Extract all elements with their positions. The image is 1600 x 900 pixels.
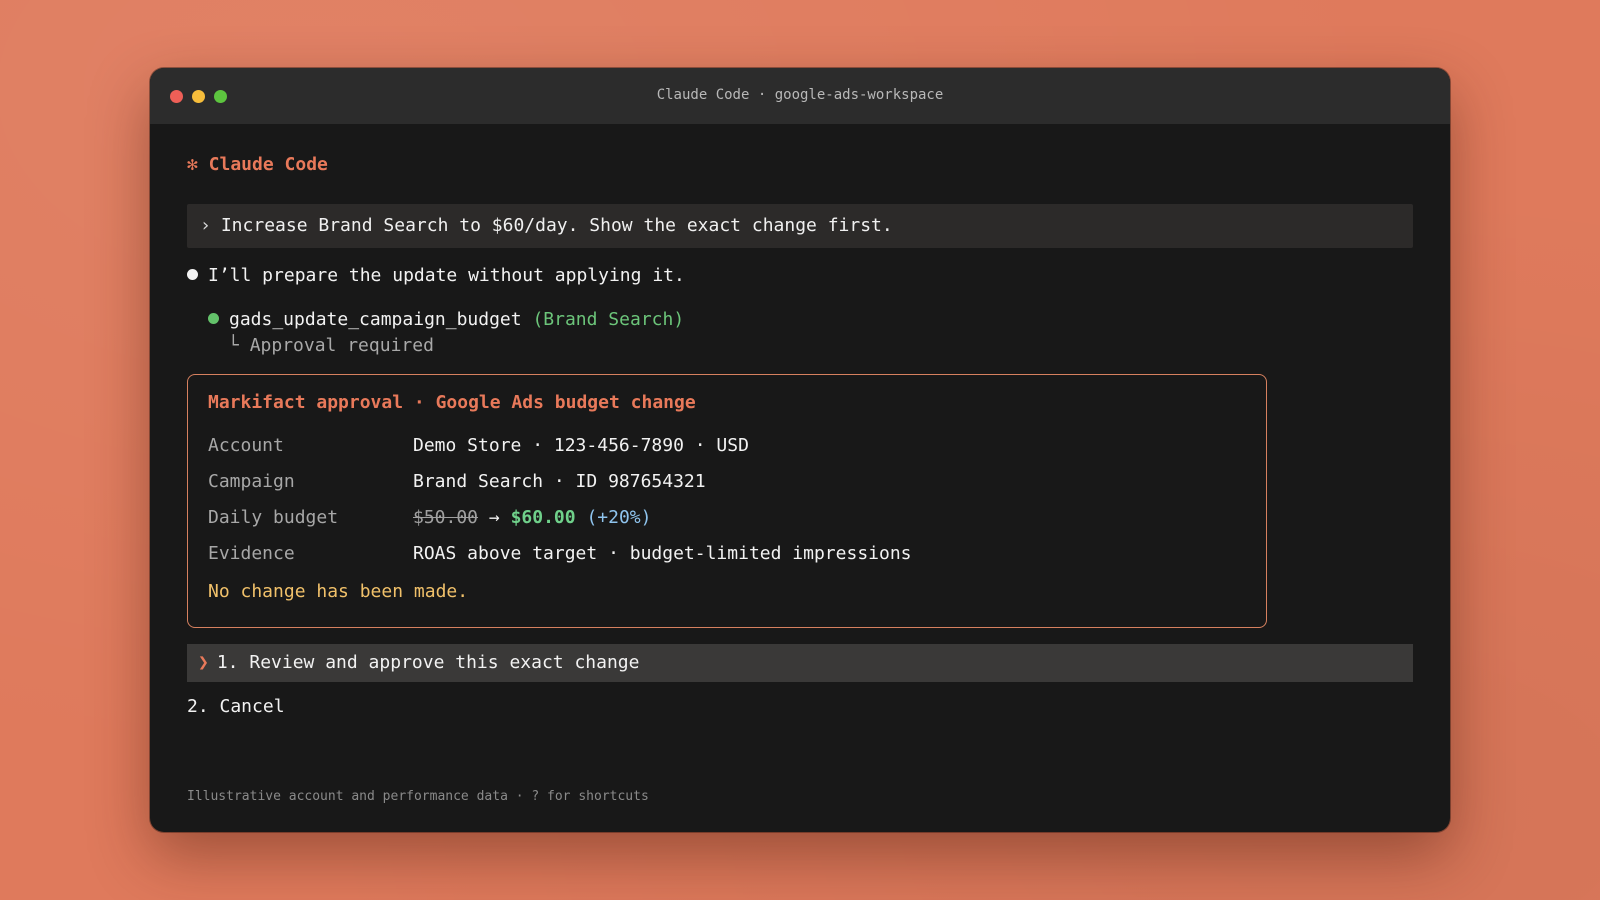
prompt-chevron-icon: › <box>200 215 211 236</box>
daily-budget-label: Daily budget <box>208 506 339 528</box>
app-header: ✻ Claude Code <box>187 154 328 175</box>
footer-hint: Illustrative account and performance dat… <box>187 789 649 804</box>
campaign-label: Campaign <box>208 470 295 492</box>
old-budget: $50.00 <box>413 506 479 528</box>
window-title: Claude Code · google-ads-workspace <box>656 87 944 103</box>
option-cancel[interactable]: 2. Cancel <box>187 696 285 717</box>
budget-change-percent: (+20%) <box>586 506 652 528</box>
tool-name: gads_update_campaign_budget <box>229 309 522 330</box>
tree-branch-icon: └ <box>228 335 239 356</box>
option-cancel-label: 2. Cancel <box>187 696 285 717</box>
assistant-message: I’ll prepare the update without applying… <box>187 265 685 286</box>
option-approve[interactable]: ❯ 1. Review and approve this exact change <box>187 644 1413 682</box>
approval-card: Markifact approval · Google Ads budget c… <box>187 374 1267 628</box>
evidence-row: Evidence ROAS above target · budget-limi… <box>208 535 1246 571</box>
no-change-notice: No change has been made. <box>208 581 469 602</box>
option-approve-label: 1. Review and approve this exact change <box>216 652 640 673</box>
title-bar: Claude Code · google-ads-workspace <box>150 68 1450 124</box>
evidence-label: Evidence <box>208 542 295 564</box>
evidence-value: ROAS above target · budget-limited impre… <box>413 542 912 564</box>
arrow-right-icon: → <box>488 506 500 528</box>
account-row: Account Demo Store · 123-456-7890 · USD <box>208 427 1246 463</box>
selection-chevron-icon: ❯ <box>198 652 209 673</box>
terminal-window: Claude Code · google-ads-workspace ✻ Cla… <box>150 68 1450 832</box>
prompt-text: Increase Brand Search to $60/day. Show t… <box>220 215 893 236</box>
campaign-row: Campaign Brand Search · ID 987654321 <box>208 463 1246 499</box>
campaign-value: Brand Search · ID 987654321 <box>413 470 706 492</box>
account-label: Account <box>208 434 284 456</box>
daily-budget-row: Daily budget $50.00 → $60.00 (+20%) <box>208 499 1246 535</box>
tool-call: gads_update_campaign_budget (Brand Searc… <box>208 309 684 330</box>
daily-budget-value: $50.00 → $60.00 (+20%) <box>413 507 651 528</box>
assistant-message-text: I’ll prepare the update without applying… <box>208 265 685 286</box>
tool-status: └ Approval required <box>228 335 434 356</box>
account-value: Demo Store · 123-456-7890 · USD <box>413 434 749 456</box>
tool-argument: (Brand Search) <box>532 309 685 330</box>
approval-title: Markifact approval · Google Ads budget c… <box>208 392 696 413</box>
message-bullet-icon <box>187 269 198 280</box>
terminal-content: ✻ Claude Code › Increase Brand Search to … <box>187 124 1413 832</box>
new-budget: $60.00 <box>510 506 576 528</box>
tool-status-dot-icon <box>208 313 219 324</box>
user-prompt: › Increase Brand Search to $60/day. Show … <box>187 204 1413 248</box>
tool-status-text: Approval required <box>249 335 434 356</box>
